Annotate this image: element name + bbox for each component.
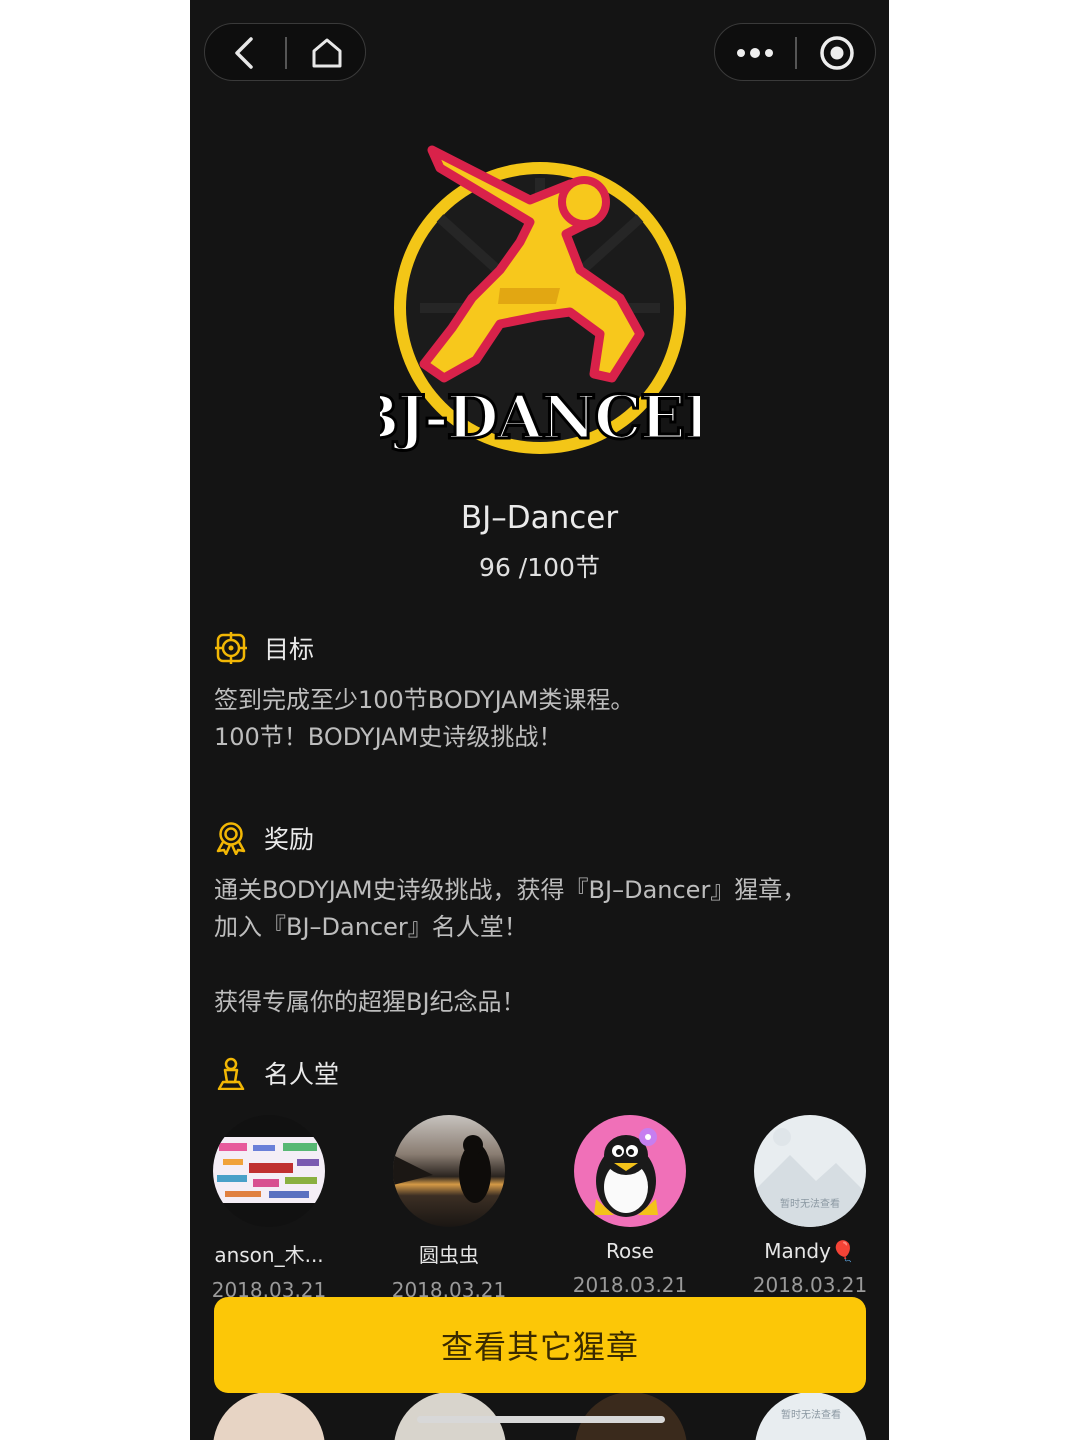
goal-line: 100节！BODYJAM史诗级挑战！ — [214, 723, 563, 751]
reward-extra: 获得专属你的超猩BJ纪念品！ — [214, 988, 526, 1016]
more-button[interactable] — [715, 24, 795, 82]
avatar-unavailable-text: 暂时无法查看 — [780, 1197, 840, 1210]
screen: BJ-DANCER BJ–Dancer 96 /100节 目标 签到完成至少10… — [190, 0, 889, 1440]
sunset-silhouette-icon — [393, 1135, 491, 1203]
goal-header: 目标 — [214, 630, 314, 666]
member-avatar — [213, 1115, 325, 1227]
member-date: 2018.03.21 — [572, 1273, 688, 1297]
goal-line: 签到完成至少100节BODYJAM类课程。 — [214, 686, 635, 714]
record-circle-icon — [820, 36, 854, 70]
goal-heading: 目标 — [264, 635, 315, 664]
nav-capsule-left — [204, 23, 366, 81]
member-name: 圆虫虫 — [419, 1243, 479, 1267]
badge-logo-text: BJ-DANCER — [380, 383, 700, 453]
badge-title: BJ–Dancer — [460, 500, 619, 536]
more-dots-icon — [737, 48, 773, 58]
image-unavailable-icon: 暂时无法查看 — [754, 1128, 866, 1227]
target-icon — [214, 631, 248, 665]
home-indicator[interactable] — [417, 1416, 665, 1423]
member-name: Mandy🎈 — [764, 1239, 856, 1263]
trophy-icon — [214, 1056, 248, 1090]
dancer-badge-icon: BJ-DANCER — [347, 145, 738, 455]
hall-of-fame-list: anson_木... 2018.03.21 圆虫虫 2018.03.21 Ros… — [190, 1115, 889, 1315]
view-other-badges-button[interactable]: 查看其它猩章 — [214, 1297, 866, 1393]
member-avatar — [213, 1392, 325, 1440]
reward-header: 奖励 — [214, 820, 314, 856]
hall-member[interactable]: Rose 2018.03.21 — [555, 1115, 705, 1297]
member-avatar — [574, 1115, 686, 1227]
badge-logo: BJ-DANCER — [347, 138, 738, 468]
back-button[interactable] — [205, 24, 285, 82]
member-avatar: 暂时无法查看 — [754, 1115, 866, 1227]
wordcloud-avatar-icon — [213, 1137, 325, 1203]
reward-line: 通关BODYJAM史诗级挑战，获得『BJ–Dancer』猩章， — [214, 876, 807, 904]
close-miniprogram-button[interactable] — [797, 24, 877, 82]
home-icon — [312, 38, 342, 68]
member-date: 2018.03.21 — [752, 1273, 868, 1297]
reward-text: 通关BODYJAM史诗级挑战，获得『BJ–Dancer』猩章， 加入『BJ–Da… — [214, 872, 864, 946]
nav-capsule-right — [714, 23, 876, 81]
goal-text: 签到完成至少100节BODYJAM类课程。 100节！BODYJAM史诗级挑战！ — [214, 682, 864, 756]
member-avatar — [393, 1115, 505, 1227]
member-name: Rose — [606, 1239, 654, 1263]
member-name: anson_木... — [214, 1243, 324, 1267]
home-button[interactable] — [287, 24, 367, 82]
hall-of-fame-heading: 名人堂 — [264, 1060, 340, 1089]
penguin-avatar-icon — [594, 1128, 658, 1217]
member-avatar: 暂时无法查看 — [755, 1392, 867, 1440]
reward-line: 加入『BJ–Dancer』名人堂！ — [214, 913, 528, 941]
hall-member[interactable]: 圆虫虫 2018.03.21 — [374, 1115, 524, 1302]
award-ribbon-icon — [214, 821, 248, 855]
avatar-unavailable-text: 暂时无法查看 — [781, 1408, 841, 1421]
hall-member[interactable]: 暂时无法查看 Mandy🎈 2018.03.21 — [735, 1115, 885, 1297]
image-unavailable-icon: 暂时无法查看 — [781, 1408, 841, 1421]
badge-progress: 96 /100节 — [479, 553, 600, 582]
hall-member[interactable]: anson_木... 2018.03.21 — [194, 1115, 344, 1302]
reward-heading: 奖励 — [264, 825, 315, 854]
chevron-left-icon — [235, 37, 253, 69]
hall-of-fame-header: 名人堂 — [214, 1055, 339, 1091]
